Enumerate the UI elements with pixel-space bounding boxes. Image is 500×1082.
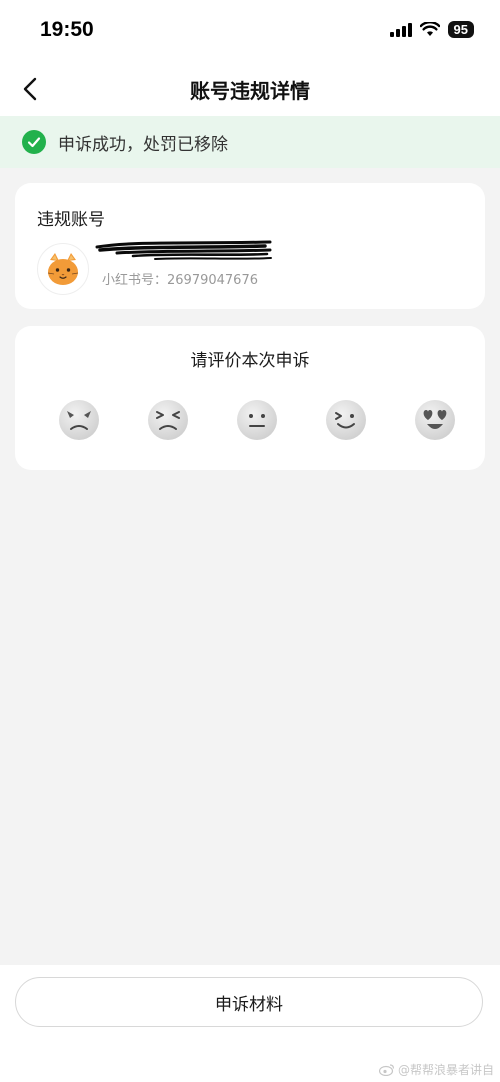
neutral-face-icon[interactable] xyxy=(235,398,279,442)
success-banner: 申诉成功，处罚已移除 xyxy=(0,116,500,168)
xiaohongshu-id: 小红书号：26979047676 xyxy=(102,273,258,288)
heart-eyes-face-icon[interactable] xyxy=(413,398,457,442)
signal-icon xyxy=(389,22,412,37)
battery-indicator: 95 xyxy=(447,21,474,38)
watermark: @帮帮浪暴者讲自 xyxy=(378,1061,494,1078)
appeal-materials-button[interactable]: 申诉材料 xyxy=(15,977,483,1027)
status-time: 19:50 xyxy=(40,18,94,41)
rating-title: 请评价本次申诉 xyxy=(190,351,310,371)
redacted-username xyxy=(95,240,272,260)
banner-text: 申诉成功，处罚已移除 xyxy=(58,134,228,155)
weibo-logo-icon xyxy=(378,1064,395,1076)
page-title: 账号违规详情 xyxy=(190,79,310,103)
cat-face-icon xyxy=(47,253,79,285)
check-circle-icon xyxy=(22,130,46,154)
nav-bar: 账号违规详情 xyxy=(0,62,500,116)
violating-account-card: 违规账号 小红书号：26979047676 xyxy=(15,183,485,309)
bottom-bar: 申诉材料 @帮帮浪暴者讲自 xyxy=(0,965,500,1082)
wifi-icon xyxy=(419,22,440,36)
smiling-face-icon[interactable] xyxy=(324,398,368,442)
rating-faces xyxy=(57,398,457,442)
angry-face-icon[interactable] xyxy=(57,398,101,442)
watermark-text: @帮帮浪暴者讲自 xyxy=(397,1063,494,1077)
upset-face-icon[interactable] xyxy=(146,398,190,442)
rating-card: 请评价本次申诉 xyxy=(15,326,485,470)
card-title: 违规账号 xyxy=(37,210,105,230)
status-bar: 19:50 95 xyxy=(0,0,500,62)
status-icons: 95 xyxy=(389,21,474,38)
avatar xyxy=(37,243,89,295)
